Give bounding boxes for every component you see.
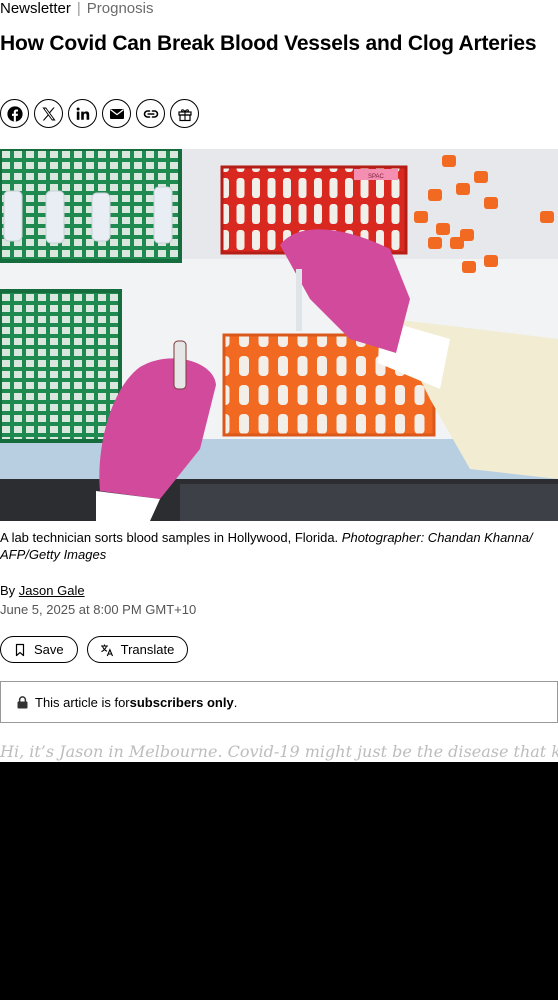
gift-article-button[interactable]: [170, 99, 199, 128]
author-link[interactable]: Jason Gale: [19, 583, 85, 598]
share-email-button[interactable]: [102, 99, 131, 128]
tube-label: SPAC: [368, 174, 385, 180]
hero-photo: SPAC: [0, 149, 558, 521]
byline-prefix: By: [0, 583, 19, 598]
email-icon: [109, 108, 124, 119]
paywall-prefix: This article is for: [35, 694, 130, 710]
share-linkedin-button[interactable]: [68, 99, 97, 128]
translate-icon: [100, 644, 113, 656]
caption-text: A lab technician sorts blood samples in …: [0, 530, 342, 545]
lock-icon: [17, 695, 28, 708]
save-label: Save: [34, 642, 64, 657]
share-bar: [0, 99, 199, 128]
linkedin-icon: [76, 107, 89, 120]
share-facebook-button[interactable]: [0, 99, 29, 128]
article-teaser: Hi, it’s Jason in Melbourne. Covid-19 mi…: [0, 742, 558, 761]
publish-date: June 5, 2025 at 8:00 PM GMT+10: [0, 602, 197, 617]
section-link[interactable]: Newsletter: [0, 0, 71, 18]
share-x-button[interactable]: [34, 99, 63, 128]
paywall-notice: This article is for subscribers only.: [0, 681, 558, 723]
copy-link-button[interactable]: [136, 99, 165, 128]
paywall-emphasis: subscribers only: [129, 694, 234, 710]
gift-icon: [177, 108, 192, 121]
x-icon: [42, 107, 56, 120]
article-actions: Save Translate: [0, 636, 189, 663]
article-title: How Covid Can Break Blood Vessels and Cl…: [0, 32, 537, 55]
link-icon: [143, 109, 158, 118]
bookmark-icon: [15, 643, 25, 656]
translate-button[interactable]: Translate: [86, 636, 189, 663]
lab-photo-image: SPAC: [0, 149, 558, 521]
eyebrow: Newsletter | Prognosis: [0, 0, 153, 18]
translate-label: Translate: [120, 642, 175, 657]
article-page: Newsletter | Prognosis How Covid Can Bre…: [0, 0, 558, 762]
eyebrow-separator: |: [76, 0, 81, 17]
photo-caption: A lab technician sorts blood samples in …: [0, 529, 552, 563]
byline: By Jason Gale: [0, 583, 85, 599]
save-button[interactable]: Save: [0, 636, 78, 663]
subsection-link[interactable]: Prognosis: [87, 0, 154, 18]
facebook-icon: [6, 105, 23, 122]
paywall-suffix: .: [233, 694, 238, 710]
